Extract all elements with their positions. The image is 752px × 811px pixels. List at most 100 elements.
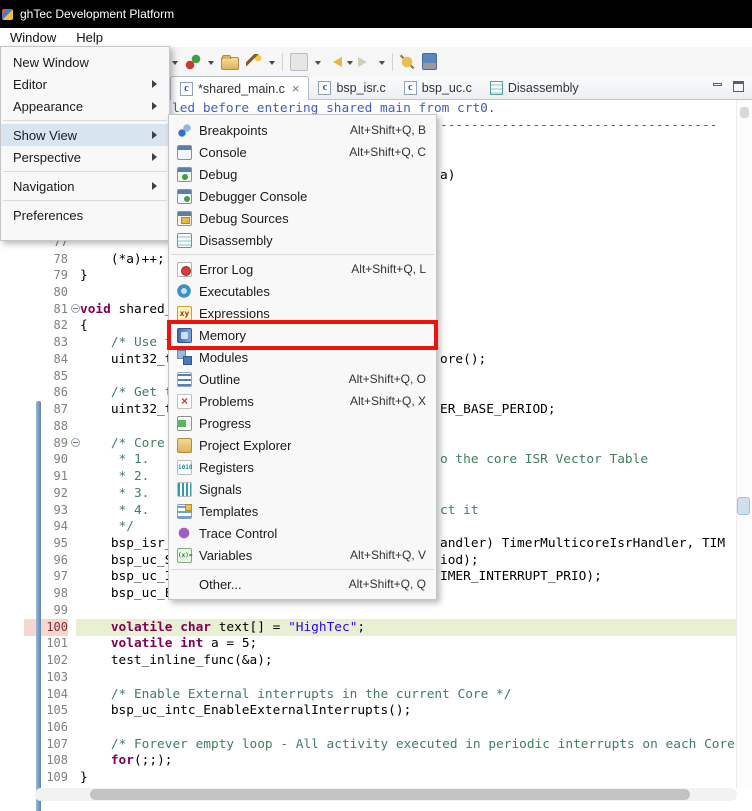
menu-item-preferences[interactable]: Preferences — [1, 204, 169, 226]
menu-item-label: Debug Sources — [199, 210, 289, 226]
code-line-text: uint32_t — [80, 351, 173, 367]
menu-item-new-window[interactable]: New Window — [1, 51, 169, 73]
close-icon[interactable]: × — [292, 81, 300, 96]
menu-item-signals[interactable]: Signals — [169, 478, 436, 500]
fold-collapse-icon[interactable] — [71, 303, 80, 313]
menu-item-appearance[interactable]: Appearance — [1, 95, 169, 117]
code-fragment: ------------------------------------ — [440, 117, 718, 133]
menu-item-executables[interactable]: Executables — [169, 280, 436, 302]
code-fragment: andler) TimerMulticoreIsrHandler, TIM — [440, 535, 726, 551]
menu-separator — [3, 120, 167, 121]
problems-icon — [177, 393, 192, 409]
fold-collapse-icon[interactable] — [71, 437, 80, 447]
code-fragment: ER_BASE_PERIOD; — [440, 402, 556, 418]
line-number: 100 — [24, 618, 68, 636]
menu-item-outline[interactable]: Outline Alt+Shift+Q, O — [169, 368, 436, 390]
menu-item-console[interactable]: Console Alt+Shift+Q, C — [169, 141, 436, 163]
horizontal-scrollbar-thumb[interactable] — [90, 789, 690, 800]
tab-label: bsp_isr.c — [336, 81, 386, 95]
dropdown-arrow-icon[interactable] — [315, 60, 321, 68]
tab-disassembly[interactable]: Disassembly — [481, 76, 588, 100]
skip-breakpoints-icon[interactable] — [290, 52, 308, 71]
menu-item-variables[interactable]: Variables Alt+Shift+Q, V — [169, 544, 436, 566]
menu-item-trace-control[interactable]: Trace Control — [169, 522, 436, 544]
dropdown-arrow-icon[interactable] — [379, 60, 385, 68]
console-icon — [177, 144, 192, 160]
menu-item-memory[interactable]: Memory — [167, 320, 438, 350]
menu-item-breakpoints[interactable]: Breakpoints Alt+Shift+Q, B — [169, 119, 436, 141]
code-line-text: bsp_uc_Se — [80, 552, 181, 568]
menu-separator — [3, 200, 167, 201]
menu-item-label: Templates — [199, 503, 259, 519]
menu-item-debug-sources[interactable]: Debug Sources — [169, 207, 436, 229]
line-number: 78 — [53, 251, 68, 266]
menu-item-navigation[interactable]: Navigation — [1, 175, 169, 197]
forward-navigation-icon[interactable] — [358, 56, 372, 67]
submenu-arrow-icon — [152, 182, 161, 190]
menu-item-modules[interactable]: Modules — [169, 346, 436, 368]
code-fragment: ore(); — [440, 351, 487, 367]
new-wizard-icon[interactable] — [246, 53, 262, 70]
submenu-arrow-icon — [152, 102, 161, 110]
dropdown-arrow-icon[interactable] — [347, 60, 353, 68]
horizontal-scrollbar[interactable] — [35, 788, 737, 801]
launch-icon[interactable] — [185, 53, 201, 70]
menu-item-perspective[interactable]: Perspective — [1, 146, 169, 168]
menu-item-accelerator: Alt+Shift+Q, X — [349, 394, 426, 408]
pin-editor-icon[interactable] — [422, 53, 437, 70]
line-number: 90 — [53, 452, 68, 467]
menu-item-label: Debugger Console — [199, 188, 308, 204]
menu-window[interactable]: Window — [0, 29, 66, 46]
menu-item-error-log[interactable]: Error Log Alt+Shift+Q, L — [169, 258, 436, 280]
code-fragment: a) — [440, 167, 456, 183]
menu-item-label: Disassembly — [199, 232, 273, 248]
menu-item-debug[interactable]: Debug — [169, 163, 436, 185]
dropdown-arrow-icon[interactable] — [208, 60, 214, 68]
back-navigation-icon[interactable] — [328, 56, 342, 67]
line-number: 107 — [46, 736, 68, 751]
menu-item-problems[interactable]: Problems Alt+Shift+Q, X — [169, 390, 436, 412]
tab-shared-main-c[interactable]: *shared_main.c × — [170, 76, 310, 100]
signals-icon — [177, 481, 192, 497]
menu-item-editor[interactable]: Editor — [1, 73, 169, 95]
window-menu: New Window Editor Appearance Show View Persp… — [0, 46, 170, 241]
vertical-scrollbar-thumb[interactable] — [737, 497, 750, 515]
maximize-icon[interactable] — [733, 81, 744, 92]
overview-ruler[interactable] — [736, 100, 752, 788]
menu-item-disassembly[interactable]: Disassembly — [169, 229, 436, 251]
open-file-icon[interactable] — [221, 54, 239, 70]
menu-item-other[interactable]: Other... Alt+Shift+Q, Q — [169, 573, 436, 595]
menu-item-show-view[interactable]: Show View — [1, 124, 169, 146]
code-line-text: bsp_uc_intc_EnableExternalInterrupts(); — [80, 703, 412, 719]
menu-item-accelerator: Alt+Shift+Q, O — [348, 372, 426, 386]
menu-item-registers[interactable]: Registers — [169, 456, 436, 478]
tab-bsp-isr-c[interactable]: bsp_isr.c — [309, 76, 394, 100]
modules-icon — [177, 349, 192, 365]
code-line-text: /* Forever empty loop - All activity exe… — [110, 736, 737, 752]
overview-marker[interactable] — [740, 107, 749, 118]
progress-icon — [177, 415, 192, 431]
project-explorer-icon — [177, 437, 192, 453]
menu-item-project-explorer[interactable]: Project Explorer — [169, 434, 436, 456]
menu-item-debugger-console[interactable]: Debugger Console — [169, 185, 436, 207]
menu-help[interactable]: Help — [66, 29, 113, 46]
dropdown-arrow-icon[interactable] — [172, 60, 178, 68]
menu-item-progress[interactable]: Progress — [169, 412, 436, 434]
code-fragment: iod); — [440, 552, 479, 568]
line-number: 79 — [53, 268, 68, 283]
debug-sources-icon — [177, 210, 192, 226]
line-number: 82 — [53, 318, 68, 333]
menu-item-label: Outline — [199, 371, 241, 387]
last-edit-location-icon[interactable] — [400, 54, 415, 69]
menu-item-templates[interactable]: Templates — [169, 500, 436, 522]
menu-item-expressions[interactable]: Expressions — [169, 302, 436, 324]
menu-item-label: Editor — [13, 76, 47, 92]
editor-tabs: *shared_main.c × bsp_isr.c bsp_uc.c Disassem… — [170, 76, 588, 100]
dropdown-arrow-icon[interactable] — [269, 60, 275, 68]
tab-bsp-uc-c[interactable]: bsp_uc.c — [395, 76, 481, 100]
menu-item-accelerator: Alt+Shift+Q, V — [349, 548, 426, 562]
code-line-106: 106 — [0, 719, 737, 736]
menu-item-label: Preferences — [13, 207, 84, 223]
menu-item-label: Breakpoints — [199, 122, 268, 138]
minimize-icon[interactable] — [712, 81, 723, 92]
